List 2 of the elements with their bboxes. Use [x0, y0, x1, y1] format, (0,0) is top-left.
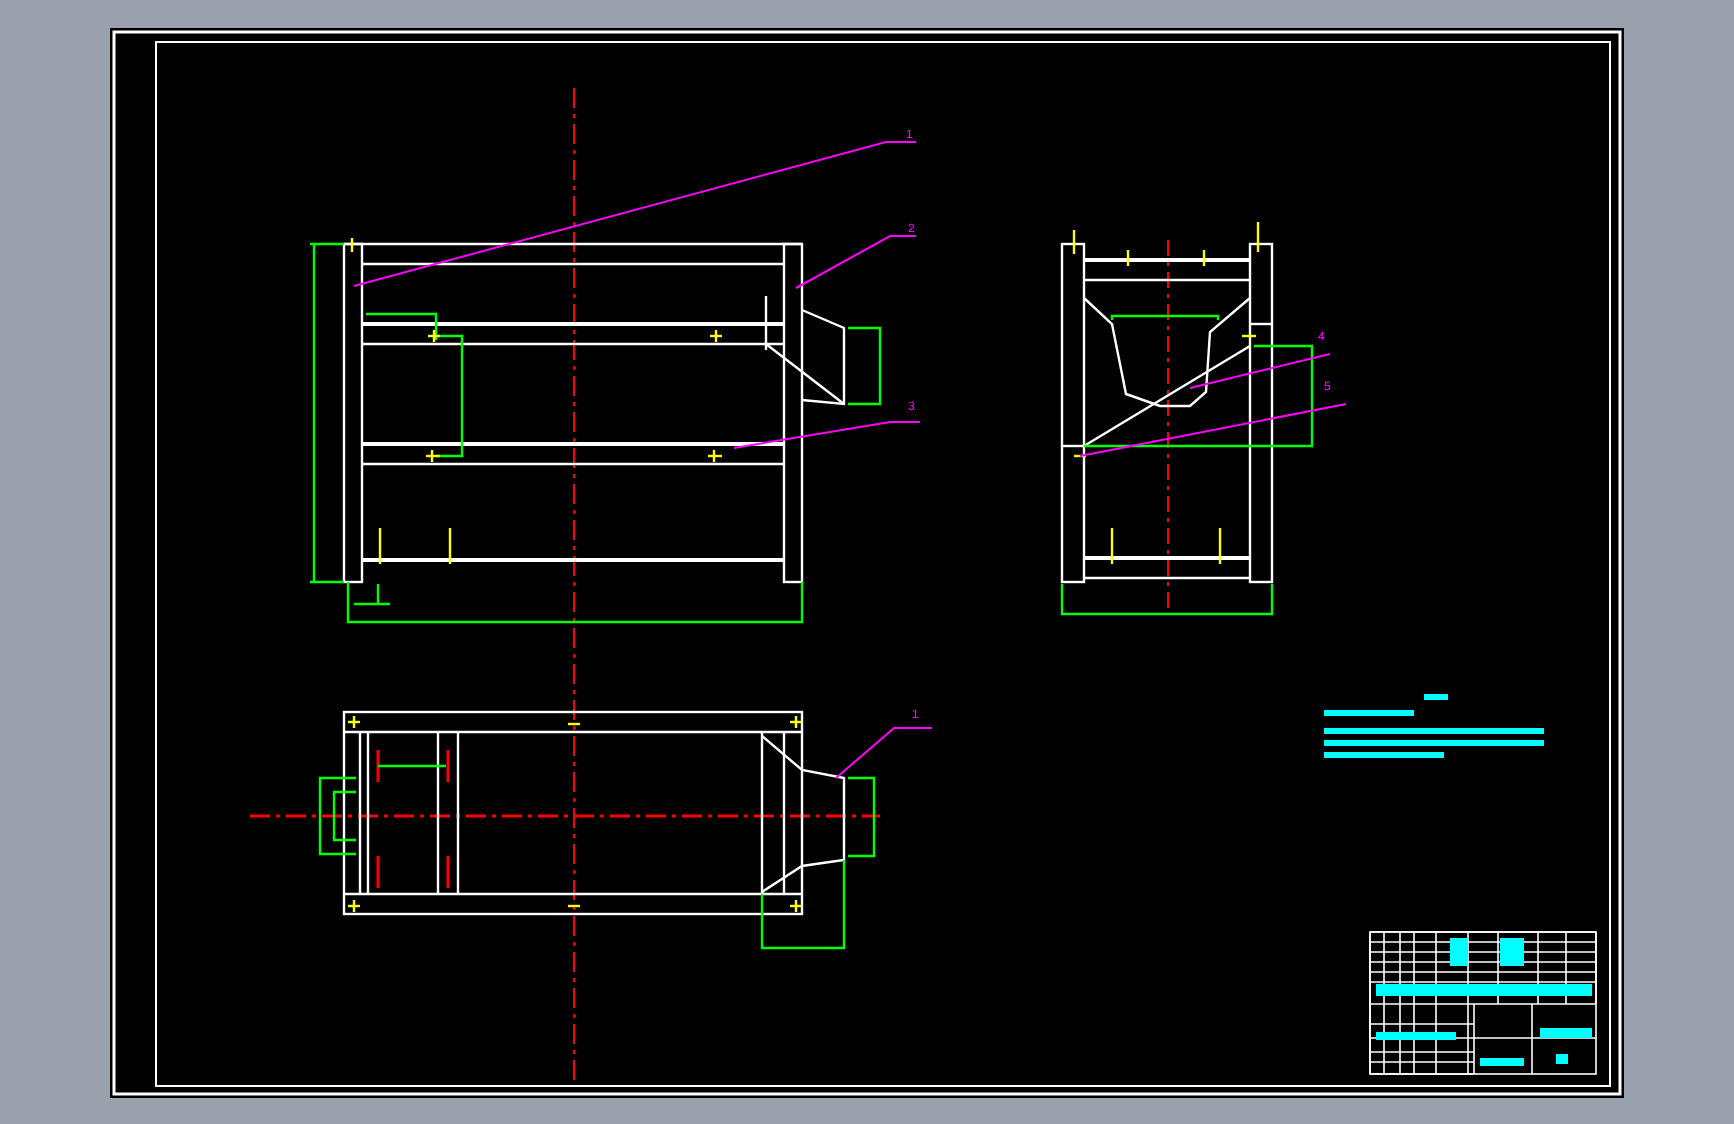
leader-line [835, 727, 933, 779]
leader-line [1189, 353, 1331, 389]
